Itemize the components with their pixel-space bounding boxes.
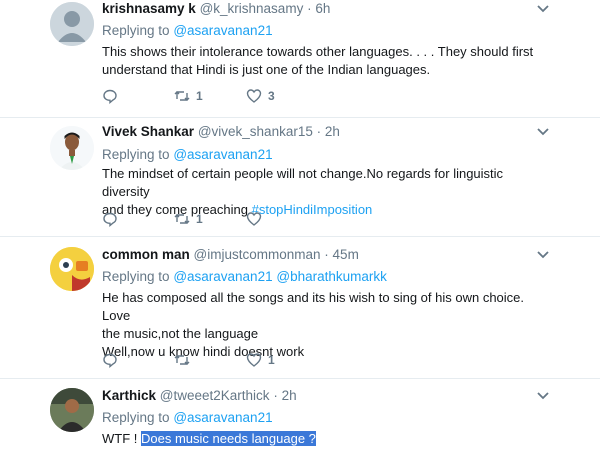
timestamp[interactable]: 2h <box>325 124 340 139</box>
tweet-header: krishnasamy k @k_krishnasamy · 6h <box>102 1 330 16</box>
timestamp[interactable]: 2h <box>282 388 297 403</box>
display-name[interactable]: Karthick <box>102 388 156 403</box>
replying-to: Replying to @asaravanan21 <box>102 147 273 162</box>
chevron-down-icon[interactable] <box>536 250 550 260</box>
mention-link[interactable]: @bharathkumarkk <box>276 269 387 284</box>
tweet-header: common man @imjustcommonman · 45m <box>102 247 359 262</box>
avatar[interactable] <box>50 388 94 432</box>
like-icon <box>246 89 262 103</box>
like-icon <box>246 353 262 367</box>
tweet-header: Vivek Shankar @vivek_shankar15 · 2h <box>102 124 340 139</box>
tweet-header: Karthick @tweeet2Karthick · 2h <box>102 388 297 403</box>
reply-button[interactable] <box>102 211 118 227</box>
tweet-text-line: the music,not the language <box>102 326 259 341</box>
display-name[interactable]: Vivek Shankar <box>102 124 194 139</box>
user-handle[interactable]: @imjustcommonman <box>194 247 321 262</box>
tweet-text-line: understand that Hindi is just one of the… <box>102 62 431 77</box>
default-avatar-icon <box>50 2 94 46</box>
tweet-text-fragment: WTF ! <box>102 431 138 446</box>
chevron-down-icon[interactable] <box>536 4 550 14</box>
tweet-text: He has composed all the songs and its hi… <box>102 289 552 361</box>
retweet-count: 1 <box>196 89 203 103</box>
reply-icon <box>103 212 117 227</box>
retweet-icon <box>174 214 190 224</box>
tweet-text: WTF ! Does music needs language ? <box>102 430 552 448</box>
separator: · <box>316 124 322 139</box>
retweet-icon <box>174 91 190 101</box>
timestamp[interactable]: 45m <box>333 247 359 262</box>
replying-to: Replying to @asaravanan21 @bharathkumark… <box>102 269 387 284</box>
tweet-text-line: He has composed all the songs and its hi… <box>102 290 525 323</box>
tweet-actions: 1 <box>102 352 402 370</box>
user-handle[interactable]: @k_krishnasamy <box>200 1 304 16</box>
chevron-down-icon[interactable] <box>536 391 550 401</box>
tweet-2: Vivek Shankar @vivek_shankar15 · 2h Repl… <box>0 118 600 236</box>
selected-text[interactable]: Does music needs language ? <box>141 431 316 446</box>
separator: · <box>307 1 312 16</box>
replying-to: Replying to @asaravanan21 <box>102 23 273 38</box>
avatar[interactable] <box>50 247 94 291</box>
tweet-actions: 1 3 <box>102 88 402 106</box>
retweet-button[interactable] <box>174 352 196 368</box>
separator: · <box>324 247 329 262</box>
reply-button[interactable] <box>102 352 118 368</box>
avatar[interactable] <box>50 2 94 46</box>
chevron-down-icon[interactable] <box>536 127 550 137</box>
tweet-text-line: This shows their intolerance towards oth… <box>102 44 534 59</box>
user-photo-icon <box>50 126 94 170</box>
tweet-3: common man @imjustcommonman · 45m Replyi… <box>0 237 600 378</box>
retweet-button[interactable]: 1 <box>174 88 203 104</box>
retweet-button[interactable]: 1 <box>174 211 203 227</box>
reply-button[interactable] <box>102 88 118 104</box>
like-icon <box>246 212 262 226</box>
cartoon-avatar-icon <box>50 247 94 291</box>
tweet-actions: 1 <box>102 211 402 229</box>
mention-link[interactable]: @asaravanan21 <box>173 410 272 425</box>
replying-label: Replying to <box>102 23 170 38</box>
user-photo-icon <box>50 388 94 432</box>
timestamp[interactable]: 6h <box>315 1 330 16</box>
display-name[interactable]: krishnasamy k <box>102 1 196 16</box>
display-name[interactable]: common man <box>102 247 190 262</box>
like-count: 1 <box>268 353 275 367</box>
like-button[interactable] <box>246 211 268 227</box>
replying-to: Replying to @asaravanan21 <box>102 410 273 425</box>
avatar[interactable] <box>50 126 94 170</box>
mention-link[interactable]: @asaravanan21 <box>173 23 272 38</box>
reply-icon <box>103 89 117 104</box>
like-count: 3 <box>268 89 275 103</box>
replying-label: Replying to <box>102 269 170 284</box>
mention-link[interactable]: @asaravanan21 <box>173 147 272 162</box>
tweet-4: Karthick @tweeet2Karthick · 2h Replying … <box>0 379 600 450</box>
user-handle[interactable]: @vivek_shankar15 <box>198 124 313 139</box>
like-button[interactable]: 3 <box>246 88 275 104</box>
user-handle[interactable]: @tweeet2Karthick <box>160 388 270 403</box>
mention-link[interactable]: @asaravanan21 <box>173 269 272 284</box>
reply-icon <box>103 353 117 368</box>
retweet-icon <box>174 355 190 365</box>
tweet-1: krishnasamy k @k_krishnasamy · 6h Replyi… <box>0 0 600 117</box>
tweet-text: This shows their intolerance towards oth… <box>102 43 552 79</box>
tweet-text-line: The mindset of certain people will not c… <box>102 166 504 199</box>
replying-label: Replying to <box>102 410 170 425</box>
separator: · <box>273 388 278 403</box>
like-button[interactable]: 1 <box>246 352 275 368</box>
retweet-count: 1 <box>196 212 203 226</box>
replying-label: Replying to <box>102 147 170 162</box>
